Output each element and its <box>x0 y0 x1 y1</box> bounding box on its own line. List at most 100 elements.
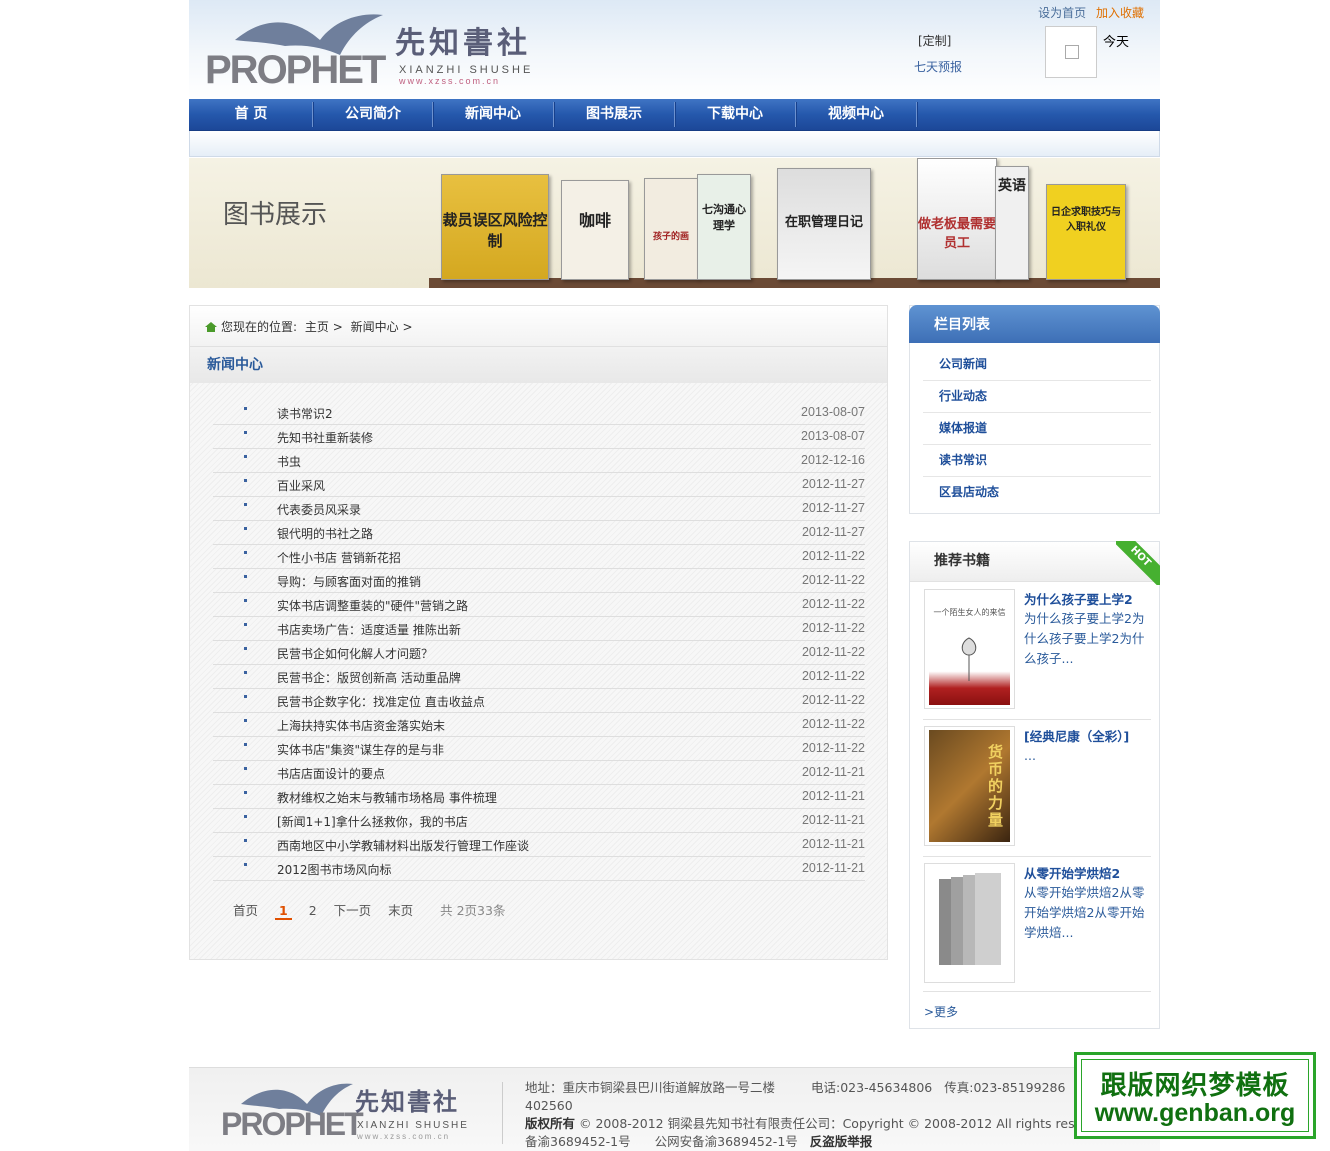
news-item[interactable]: 书虫 2012-12-16 <box>213 449 865 473</box>
news-title[interactable]: 书店店面设计的要点 <box>277 765 385 782</box>
news-item[interactable]: 实体书店"集资"谋生存的是与非 2012-11-22 <box>213 737 865 761</box>
news-item[interactable]: 银代明的书社之路 2012-11-27 <box>213 521 865 545</box>
news-item[interactable]: 西南地区中小学教辅材料出版发行管理工作座谈 2012-11-21 <box>213 833 865 857</box>
news-item[interactable]: 书店店面设计的要点 2012-11-21 <box>213 761 865 785</box>
column-link[interactable]: 读书常识 <box>939 453 987 467</box>
breadcrumb-separator: > <box>332 320 343 334</box>
column-list-title: 栏目列表 <box>934 317 990 333</box>
news-item[interactable]: 教材维权之始末与教辅市场格局 事件梳理 2012-11-21 <box>213 785 865 809</box>
weather-today-label: 今天 <box>1103 35 1130 50</box>
news-item[interactable]: 民营书企如何化解人才问题？ 2012-11-22 <box>213 641 865 665</box>
news-title[interactable]: 2012图书市场风向标 <box>277 861 392 878</box>
news-item[interactable]: 上海扶持实体书店资金落实始末 2012-11-22 <box>213 713 865 737</box>
news-title[interactable]: 西南地区中小学教辅材料出版发行管理工作座谈 <box>277 837 529 854</box>
pager-current[interactable]: 1 <box>275 903 292 920</box>
set-home-link[interactable]: 设为首页 <box>1038 6 1086 20</box>
column-link[interactable]: 媒体报道 <box>939 421 987 435</box>
column-link[interactable]: 行业动态 <box>939 389 987 403</box>
site-header: PROPHET 先知書社 XIANZHI SHUSHE www.xzss.com… <box>189 0 1160 99</box>
column-link[interactable]: 区县店动态 <box>939 485 999 499</box>
news-item[interactable]: 民营书企：版贸创新高 活动重品牌 2012-11-22 <box>213 665 865 689</box>
pager-first[interactable]: 首页 <box>233 903 258 918</box>
news-date: 2013-08-07 <box>801 405 865 419</box>
weather-custom-link[interactable]: [定制] <box>918 32 951 49</box>
pager-next[interactable]: 下一页 <box>334 903 372 918</box>
news-date: 2012-11-22 <box>801 669 865 683</box>
footer-phone: 电话:023-45634806 <box>811 1080 933 1095</box>
sub-nav-bar <box>189 131 1160 157</box>
news-item[interactable]: 2012图书市场风向标 2012-11-21 <box>213 857 865 881</box>
more-link[interactable]: >更多 <box>924 1003 958 1020</box>
footer-logo-pinyin: XIANZHI SHUSHE <box>357 1120 469 1131</box>
news-title[interactable]: 代表委员风采录 <box>277 501 361 518</box>
site-footer: PROPHET 先知書社 XIANZHI SHUSHE www.xzss.com… <box>189 1067 1160 1151</box>
news-item[interactable]: 实体书店调整重装的"硬件"营销之路 2012-11-22 <box>213 593 865 617</box>
news-item[interactable]: 百业采风 2012-11-27 <box>213 473 865 497</box>
news-item[interactable]: [新闻1+1]拿什么拯救你，我的书店 2012-11-21 <box>213 809 865 833</box>
news-item[interactable]: 导购：与顾客面对面的推销 2012-11-22 <box>213 569 865 593</box>
news-title[interactable]: 民营书企数字化：找准定位 直击收益点 <box>277 693 485 710</box>
news-title[interactable]: [新闻1+1]拿什么拯救你，我的书店 <box>277 813 468 830</box>
news-title[interactable]: 民营书企：版贸创新高 活动重品牌 <box>277 669 461 686</box>
column-item[interactable]: 行业动态 <box>923 381 1151 413</box>
news-title[interactable]: 书店卖场广告：适度适量 推陈出新 <box>277 621 461 638</box>
banner-book: 裁员误区风险控制 <box>441 174 549 280</box>
breadcrumb: 您现在的位置: 主页 > 新闻中心 > <box>190 306 887 347</box>
banner-book: 七沟通心理学 <box>697 174 751 280</box>
news-title[interactable]: 导购：与顾客面对面的推销 <box>277 573 421 590</box>
book-title[interactable]: 从零开始学烘焙2 <box>1024 863 1120 882</box>
nav-item-videos[interactable]: 视频中心 <box>797 99 915 130</box>
news-item[interactable]: 民营书企数字化：找准定位 直击收益点 2012-11-22 <box>213 689 865 713</box>
book-title[interactable]: [经典尼康（全彩）] <box>1024 726 1129 745</box>
news-title[interactable]: 书虫 <box>277 453 301 470</box>
weather-icon <box>1045 26 1097 78</box>
news-title[interactable]: 读书常识2 <box>277 405 333 422</box>
news-title[interactable]: 民营书企如何化解人才问题？ <box>277 645 433 662</box>
news-item[interactable]: 读书常识2 2013-08-07 <box>213 401 865 425</box>
column-item[interactable]: 公司新闻 <box>923 349 1151 381</box>
pager-last[interactable]: 末页 <box>388 903 413 918</box>
weather-forecast-link[interactable]: 七天预报 <box>914 58 962 75</box>
news-title[interactable]: 百业采风 <box>277 477 325 494</box>
column-item[interactable]: 媒体报道 <box>923 413 1151 445</box>
news-title[interactable]: 实体书店调整重装的"硬件"营销之路 <box>277 597 468 614</box>
column-list: 公司新闻 行业动态 媒体报道 读书常识 区县店动态 <box>923 349 1151 508</box>
news-item[interactable]: 个性小书店 营销新花招 2012-11-22 <box>213 545 865 569</box>
footer-fax: 传真:023-85199286 <box>944 1080 1066 1095</box>
recommended-book[interactable]: 货币的力量 [经典尼康（全彩）] ... <box>923 726 1151 857</box>
section-title-bar: 新闻中心 <box>190 347 887 383</box>
book-cover[interactable]: 货币的力量 <box>924 726 1015 846</box>
news-title[interactable]: 上海扶持实体书店资金落实始末 <box>277 717 445 734</box>
column-item[interactable]: 读书常识 <box>923 445 1151 477</box>
nav-item-home[interactable]: 首 页 <box>189 99 313 130</box>
add-favorite-link[interactable]: 加入收藏 <box>1096 6 1144 20</box>
footer-report-link[interactable]: 反盗版举报 <box>810 1134 873 1149</box>
breadcrumb-home-link[interactable]: 主页 <box>305 320 329 334</box>
site-logo[interactable]: PROPHET 先知書社 XIANZHI SHUSHE www.xzss.com… <box>205 10 565 92</box>
news-title[interactable]: 银代明的书社之路 <box>277 525 373 542</box>
book-title[interactable]: 为什么孩子要上学2 <box>1024 589 1133 608</box>
nav-item-about[interactable]: 公司简介 <box>314 99 432 130</box>
recommended-book[interactable]: 从零开始学烘焙2 从零开始学烘焙2从零开始学烘焙2从零开始学烘焙... <box>923 863 1151 992</box>
news-title[interactable]: 教材维权之始末与教辅市场格局 事件梳理 <box>277 789 497 806</box>
book-cover[interactable] <box>924 863 1015 983</box>
news-item[interactable]: 代表委员风采录 2012-11-27 <box>213 497 865 521</box>
pager-page-2[interactable]: 2 <box>309 903 317 918</box>
news-item[interactable]: 书店卖场广告：适度适量 推陈出新 2012-11-22 <box>213 617 865 641</box>
nav-item-books[interactable]: 图书展示 <box>555 99 673 130</box>
recommended-book[interactable]: 一个陌生女人的来信 为什么孩子要上学2 为什么孩子要上学2为什么孩子要上学2为什… <box>923 589 1151 720</box>
news-date: 2012-12-16 <box>801 453 865 467</box>
news-title[interactable]: 先知书社重新装修 <box>277 429 373 446</box>
column-link[interactable]: 公司新闻 <box>939 357 987 371</box>
column-item[interactable]: 区县店动态 <box>923 477 1151 508</box>
news-date: 2012-11-27 <box>801 501 865 515</box>
footer-divider <box>502 1082 503 1144</box>
news-title[interactable]: 个性小书店 营销新花招 <box>277 549 401 566</box>
nav-item-downloads[interactable]: 下载中心 <box>676 99 794 130</box>
news-item[interactable]: 先知书社重新装修 2013-08-07 <box>213 425 865 449</box>
nav-item-news[interactable]: 新闻中心 <box>434 99 552 130</box>
breadcrumb-current-link[interactable]: 新闻中心 <box>351 320 399 334</box>
news-title[interactable]: 实体书店"集资"谋生存的是与非 <box>277 741 444 758</box>
banner-book: 孩子的画 <box>644 178 698 280</box>
book-cover[interactable]: 一个陌生女人的来信 <box>924 589 1015 709</box>
